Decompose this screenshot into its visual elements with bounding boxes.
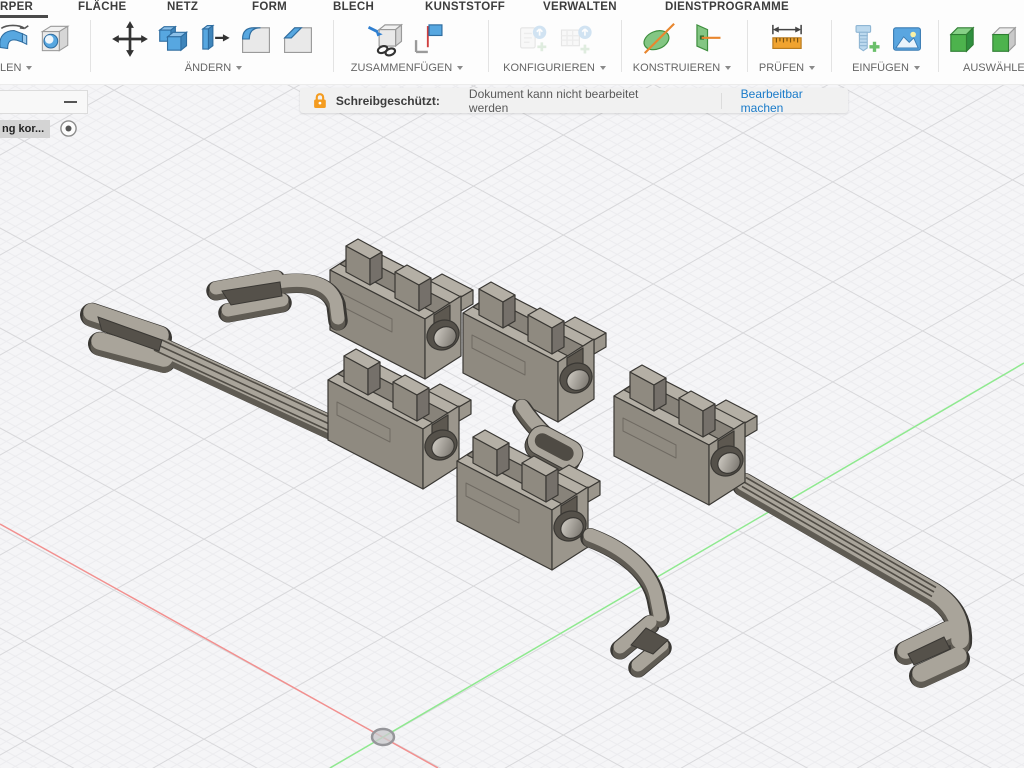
group-separator [333,20,334,72]
toolbar-group-konstruieren: KONSTRUIEREN [626,18,738,74]
dropdown-caret-icon [600,66,606,70]
chamfer-icon[interactable] [279,20,317,58]
group-label-konfigurieren[interactable]: KONFIGURIEREN [503,62,606,74]
hole-icon[interactable] [36,21,72,57]
dropdown-caret-icon [809,66,815,70]
group-separator [831,20,832,72]
configuration-table-icon[interactable] [557,20,595,58]
tab-flaeche[interactable]: FLÄCHE [78,1,126,13]
toolbar-group-aendern: ÄNDERN [95,18,332,74]
combine-icon[interactable] [153,20,191,58]
new-component-flag-icon[interactable] [409,19,449,59]
toolbar-group-auswaehlen: AUSWÄHLEN [943,18,1024,74]
group-label-konstruieren[interactable]: KONSTRUIEREN [633,62,731,74]
dropdown-caret-icon [457,66,463,70]
dropdown-caret-icon [725,66,731,70]
dropdown-caret-icon [236,66,242,70]
readonly-message: Dokument kann nicht bearbeitet werden [469,87,680,115]
group-label-aendern[interactable]: ÄNDERN [185,62,242,74]
browser-item-label[interactable]: ng kor... [0,120,50,138]
fillet-icon[interactable] [237,20,275,58]
browser-document-item[interactable]: ng kor... [0,118,78,139]
toolbar-group-pruefen: PRÜFEN [752,18,822,74]
group-separator [90,20,91,72]
tab-kunststoff[interactable]: KUNSTSTOFF [425,1,505,13]
tab-blech[interactable]: BLECH [333,1,374,13]
configuration-icon[interactable] [515,20,553,58]
group-label-einfuegen[interactable]: EINFÜGEN [852,62,920,74]
browser-header[interactable] [0,90,88,114]
group-separator [747,20,748,72]
ribbon-toolbar: RPER FLÄCHE NETZ FORM BLECH KUNSTSTOFF V… [0,0,1024,85]
insert-canvas-icon[interactable] [888,20,926,58]
tab-dienstprogramme[interactable]: DIENSTPROGRAMME [665,1,789,13]
tab-form[interactable]: FORM [252,1,287,13]
group-separator [621,20,622,72]
group-label-erstellen[interactable]: LEN [0,62,32,74]
group-label-pruefen[interactable]: PRÜFEN [759,62,815,74]
dropdown-caret-icon [26,66,32,70]
joint-icon[interactable] [365,19,405,59]
revolve-icon[interactable] [0,21,32,57]
divider [721,93,722,109]
construction-plane-icon[interactable] [640,19,680,59]
insert-fastener-icon[interactable] [846,20,884,58]
minus-icon[interactable] [64,101,77,103]
construction-axis-icon[interactable] [684,19,724,59]
toolbar-group-einfuegen: EINFÜGEN [836,18,936,74]
select-window-icon[interactable] [985,20,1023,58]
measure-icon[interactable] [767,19,807,59]
tab-verwalten[interactable]: VERWALTEN [543,1,617,13]
radio-visibility-icon[interactable] [59,119,78,138]
make-editable-link[interactable]: Bearbeitbar machen [741,87,848,115]
toolbar-group-zusammenfuegen: ZUSAMMENFÜGEN [337,18,477,74]
toolbar-group-erstellen: LEN [0,18,72,74]
origin-marker [372,729,394,745]
readonly-label: Schreibgeschützt: [336,94,440,108]
tab-netz[interactable]: NETZ [167,1,198,13]
offset-face-icon[interactable] [195,20,233,58]
select-body-icon[interactable] [943,20,981,58]
dropdown-caret-icon [914,66,920,70]
group-separator [488,20,489,72]
group-label-zusammenfuegen[interactable]: ZUSAMMENFÜGEN [351,62,463,74]
readonly-notice-bar: Schreibgeschützt: Dokument kann nicht be… [300,88,848,113]
lock-icon [313,92,327,109]
tab-volumenkoerper[interactable]: RPER [0,1,33,13]
group-label-auswaehlen[interactable]: AUSWÄHLEN [963,62,1024,74]
toolbar-group-konfigurieren: KONFIGURIEREN [492,18,617,74]
group-separator [938,20,939,72]
move-icon[interactable] [111,20,149,58]
3d-viewport[interactable] [0,84,1024,768]
